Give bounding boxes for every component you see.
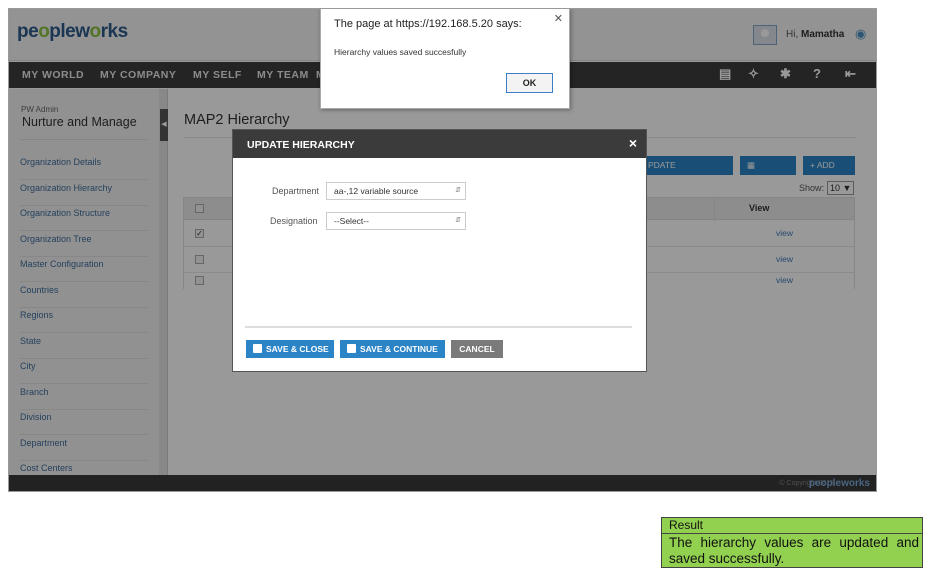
department-value: aa-,12 variable source (334, 186, 419, 196)
alert-message: Hierarchy values saved succesfully (334, 47, 467, 57)
floppy-disk-icon (347, 344, 356, 353)
designation-label: Designation (270, 216, 318, 226)
floppy-disk-icon (253, 344, 262, 353)
result-text: The hierarchy values are updated and sav… (669, 535, 919, 566)
alert-title: The page at https://192.168.5.20 says: (334, 18, 522, 30)
dialog-title: UPDATE HIERARCHY (247, 139, 355, 151)
save-close-button[interactable]: SAVE & CLOSE (246, 340, 334, 358)
designation-value: --Select-- (334, 216, 369, 226)
divider (245, 326, 632, 328)
dialog-header: UPDATE HIERARCHY × (233, 130, 646, 158)
save-close-label: SAVE & CLOSE (266, 344, 329, 354)
browser-alert-dialog: The page at https://192.168.5.20 says: ✕… (320, 9, 570, 109)
cancel-button[interactable]: CANCEL (451, 340, 503, 358)
update-hierarchy-dialog: UPDATE HIERARCHY × Department aa-,12 var… (232, 129, 647, 372)
browser-screenshot: peopleworks Hi, Mamatha ◉ MY WORLD MY CO… (8, 8, 877, 492)
department-select[interactable]: aa-,12 variable source ⇵ (326, 182, 466, 200)
result-label: Result (662, 518, 922, 534)
save-continue-label: SAVE & CONTINUE (360, 344, 438, 354)
select-arrows-icon: ⇵ (455, 187, 461, 194)
close-icon[interactable]: ✕ (554, 12, 563, 25)
ok-button[interactable]: OK (506, 73, 553, 93)
close-icon[interactable]: × (629, 135, 637, 151)
select-arrows-icon: ⇵ (455, 217, 461, 224)
save-continue-button[interactable]: SAVE & CONTINUE (340, 340, 445, 358)
result-box: Result The hierarchy values are updated … (661, 517, 923, 568)
designation-select[interactable]: --Select-- ⇵ (326, 212, 466, 230)
department-label: Department (272, 186, 320, 196)
